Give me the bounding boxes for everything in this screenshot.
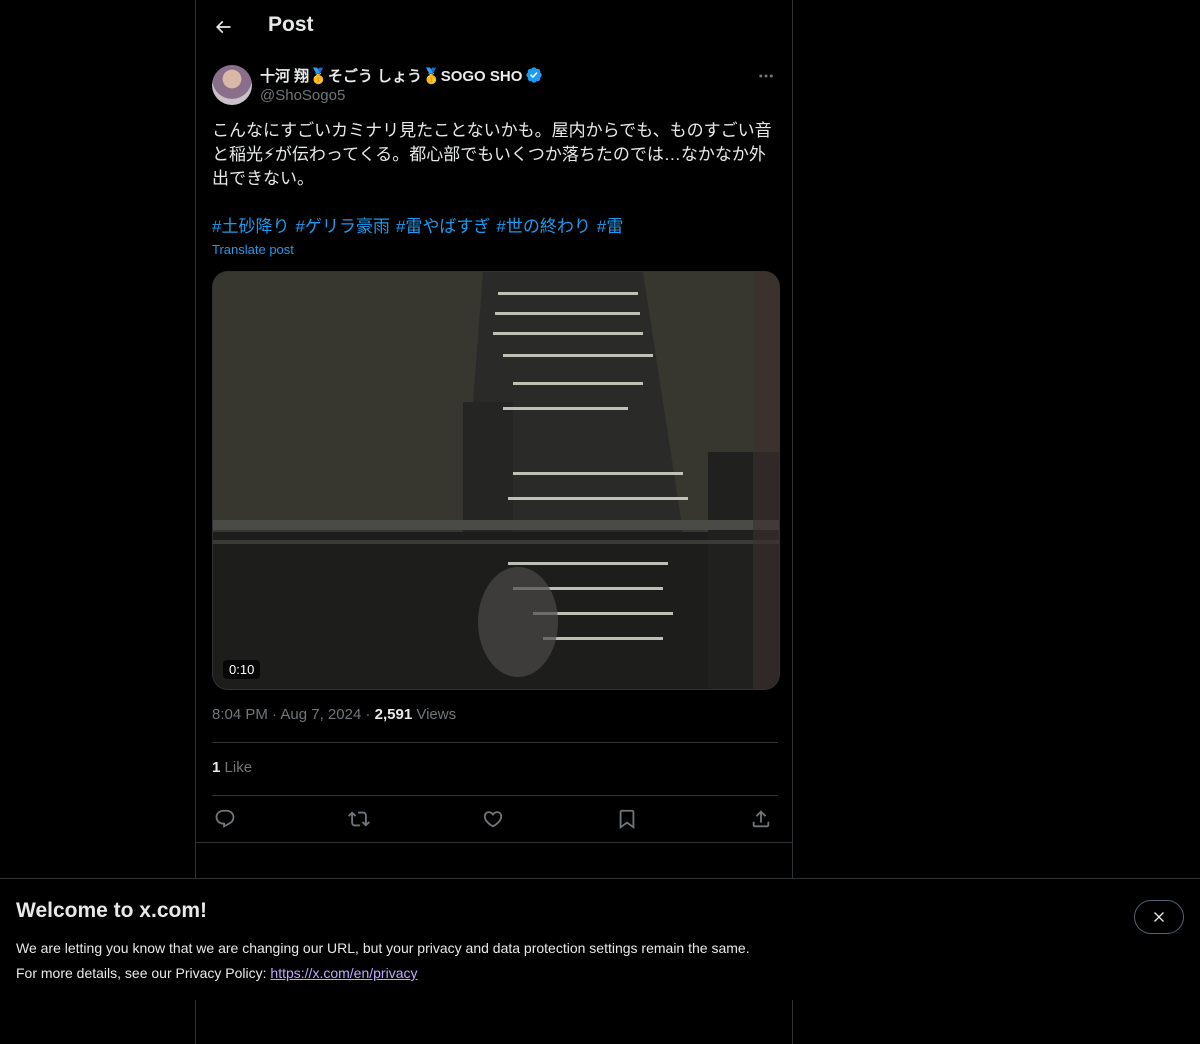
hashtag-list: #土砂降り #ゲリラ豪雨 #雷やばすぎ #世の終わり #雷 <box>212 215 780 239</box>
avatar[interactable] <box>212 65 252 105</box>
author-name-row[interactable]: 十河 翔🥇そごう しょう🥇SOGO SHO <box>260 64 543 86</box>
more-horizontal-icon <box>759 74 773 78</box>
hashtag-link[interactable]: #土砂降り <box>212 217 289 236</box>
post-metadata: 8:04 PM · Aug 7, 2024 · 2,591 Views <box>212 706 456 723</box>
author-info: 十河 翔🥇そごう しょう🥇SOGO SHO @ShoSogo5 <box>260 64 543 106</box>
post-time[interactable]: 8:04 PM <box>212 706 268 723</box>
separator: · <box>365 706 371 723</box>
divider <box>196 842 792 843</box>
verified-badge-icon[interactable] <box>525 66 543 84</box>
video-thumbnail <box>213 272 779 689</box>
privacy-policy-link[interactable]: https://x.com/en/privacy <box>270 965 417 981</box>
page-title: Post <box>268 13 314 36</box>
divider <box>212 795 778 796</box>
video-duration: 0:10 <box>223 660 261 679</box>
hashtag-link[interactable]: #雷 <box>597 217 623 236</box>
url-change-banner: Welcome to x.com! We are letting you kno… <box>0 878 1200 1000</box>
banner-line-2: For more details, see our Privacy Policy… <box>16 961 750 986</box>
bookmark-button[interactable] <box>614 806 640 832</box>
separator: · <box>272 706 278 723</box>
video-player[interactable]: 0:10 <box>212 271 780 690</box>
close-icon <box>1154 912 1164 922</box>
bookmark-icon <box>619 809 635 830</box>
post-date[interactable]: Aug 7, 2024 <box>280 706 361 723</box>
reply-button[interactable] <box>212 806 238 832</box>
views-count: 2,591 <box>374 706 413 723</box>
action-bar <box>212 806 778 832</box>
author-handle[interactable]: @ShoSogo5 <box>260 86 543 106</box>
hashtag-link[interactable]: #ゲリラ豪雨 <box>295 217 389 236</box>
post-text: こんなにすごいカミナリ見たことないかも。屋内からでも、ものすごい音と稲光⚡が伝わ… <box>212 121 772 188</box>
banner-line-1: We are letting you know that we are chan… <box>16 940 750 956</box>
likes-summary[interactable]: 1 Like <box>212 759 252 776</box>
repost-button[interactable] <box>346 806 372 832</box>
likes-count: 1 <box>212 759 221 776</box>
repost-icon <box>348 811 370 827</box>
banner-line-2-prefix: For more details, see our Privacy Policy… <box>16 965 271 981</box>
likes-label: Like <box>224 759 253 776</box>
more-options-button[interactable] <box>756 66 776 86</box>
page-header: Post <box>196 0 794 54</box>
share-icon <box>752 810 770 828</box>
divider <box>212 742 778 743</box>
like-button[interactable] <box>480 806 506 832</box>
back-button[interactable] <box>206 10 240 44</box>
arrow-left-icon <box>215 20 231 34</box>
author-display-name[interactable]: 十河 翔🥇そごう しょう🥇SOGO SHO <box>260 65 522 86</box>
views-label: Views <box>416 706 457 723</box>
banner-close-button[interactable] <box>1134 900 1184 934</box>
hashtag-link[interactable]: #世の終わり <box>496 217 590 236</box>
share-button[interactable] <box>748 806 774 832</box>
banner-text: We are letting you know that we are chan… <box>16 936 750 986</box>
banner-title: Welcome to x.com! <box>16 899 207 922</box>
translate-post-link[interactable]: Translate post <box>212 242 294 257</box>
hashtag-link[interactable]: #雷やばすぎ <box>396 217 490 236</box>
heart-icon <box>483 811 503 828</box>
reply-icon <box>215 809 235 828</box>
